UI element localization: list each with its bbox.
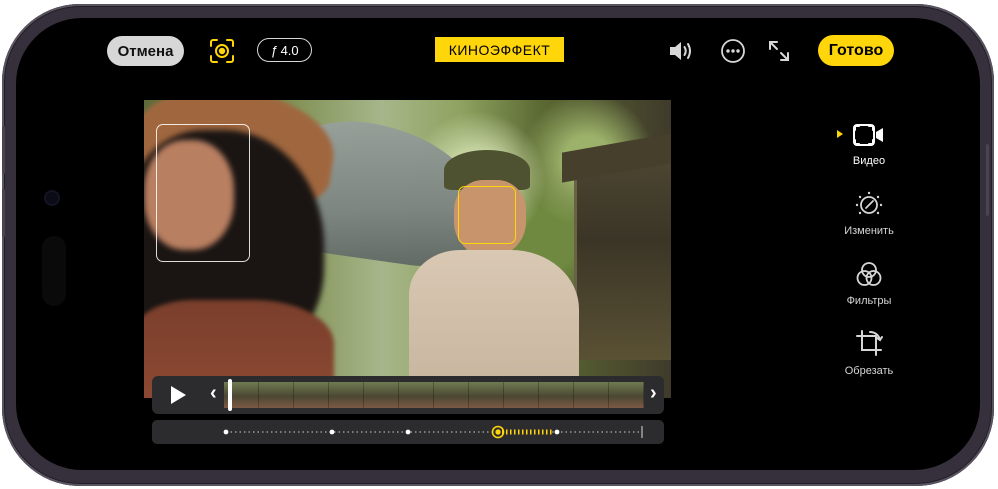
front-camera <box>46 192 58 204</box>
screen: Отмена ƒ 4.0 КИНОЭФФЕКТ Готово Видео Изм… <box>16 18 980 470</box>
focus-tracking-icon[interactable] <box>207 36 237 66</box>
aperture-prefix: ƒ <box>270 42 278 58</box>
cancel-button[interactable]: Отмена <box>107 36 184 66</box>
frame-thumbnail <box>329 382 364 408</box>
timeline-scrubber[interactable]: ‹ › <box>152 376 664 414</box>
tool-adjust[interactable]: Изменить <box>829 190 909 237</box>
phone-frame: Отмена ƒ 4.0 КИНОЭФФЕКТ Готово Видео Изм… <box>2 4 994 486</box>
frame-strip[interactable]: ‹ › <box>206 376 664 414</box>
frame-thumbnail <box>364 382 399 408</box>
focus-subject-frame[interactable] <box>458 186 516 244</box>
tool-label: Видео <box>852 155 886 167</box>
volume-up-button <box>2 126 5 174</box>
aperture-button[interactable]: ƒ 4.0 <box>257 38 312 62</box>
focus-track[interactable] <box>152 420 664 444</box>
trim-end-handle[interactable]: › <box>650 382 657 405</box>
secondary-subject-frame[interactable] <box>156 124 250 262</box>
frame-thumbnail <box>539 382 574 408</box>
frame-thumbnail <box>504 382 539 408</box>
playhead[interactable] <box>228 379 232 411</box>
frame-thumbnail <box>294 382 329 408</box>
keyframe-dot <box>554 429 560 435</box>
more-options-icon[interactable] <box>720 38 746 64</box>
tool-label: Изменить <box>844 225 894 237</box>
tool-label: Фильтры <box>846 295 892 307</box>
trim-start-handle[interactable]: ‹ <box>210 382 217 405</box>
filters-icon <box>856 262 882 286</box>
tool-crop[interactable]: Обрезать <box>829 328 909 377</box>
adjust-dial-icon <box>855 191 883 215</box>
expand-icon[interactable] <box>766 38 792 64</box>
frame-thumbnail <box>574 382 609 408</box>
cinematic-mode-toggle[interactable]: КИНОЭФФЕКТ <box>435 37 564 62</box>
tool-label: Обрезать <box>844 365 894 377</box>
frame-thumbnail <box>469 382 504 408</box>
tool-filters[interactable]: Фильтры <box>829 260 909 307</box>
frame-thumbnail <box>609 382 644 408</box>
frame-thumbnails <box>224 382 644 408</box>
play-button[interactable] <box>152 376 204 414</box>
power-button <box>986 144 989 216</box>
frame-thumbnail <box>399 382 434 408</box>
play-icon <box>171 386 186 404</box>
keyframe-dot <box>329 429 335 435</box>
keyframe-dot <box>405 429 411 435</box>
dynamic-island <box>42 236 66 306</box>
video-camera-icon <box>853 124 883 146</box>
volume-down-button <box>2 189 5 237</box>
frame-thumbnail <box>434 382 469 408</box>
frame-thumbnail <box>259 382 294 408</box>
done-button[interactable]: Готово <box>818 35 894 66</box>
tool-video[interactable]: Видео <box>829 122 909 167</box>
aperture-value: 4.0 <box>280 42 299 58</box>
keyframe-dot <box>223 429 229 435</box>
focus-track-graphic <box>223 425 643 439</box>
crop-rotate-icon <box>856 330 883 356</box>
video-preview[interactable] <box>144 100 671 398</box>
cabin <box>574 160 671 360</box>
speaker-icon[interactable] <box>667 38 695 64</box>
